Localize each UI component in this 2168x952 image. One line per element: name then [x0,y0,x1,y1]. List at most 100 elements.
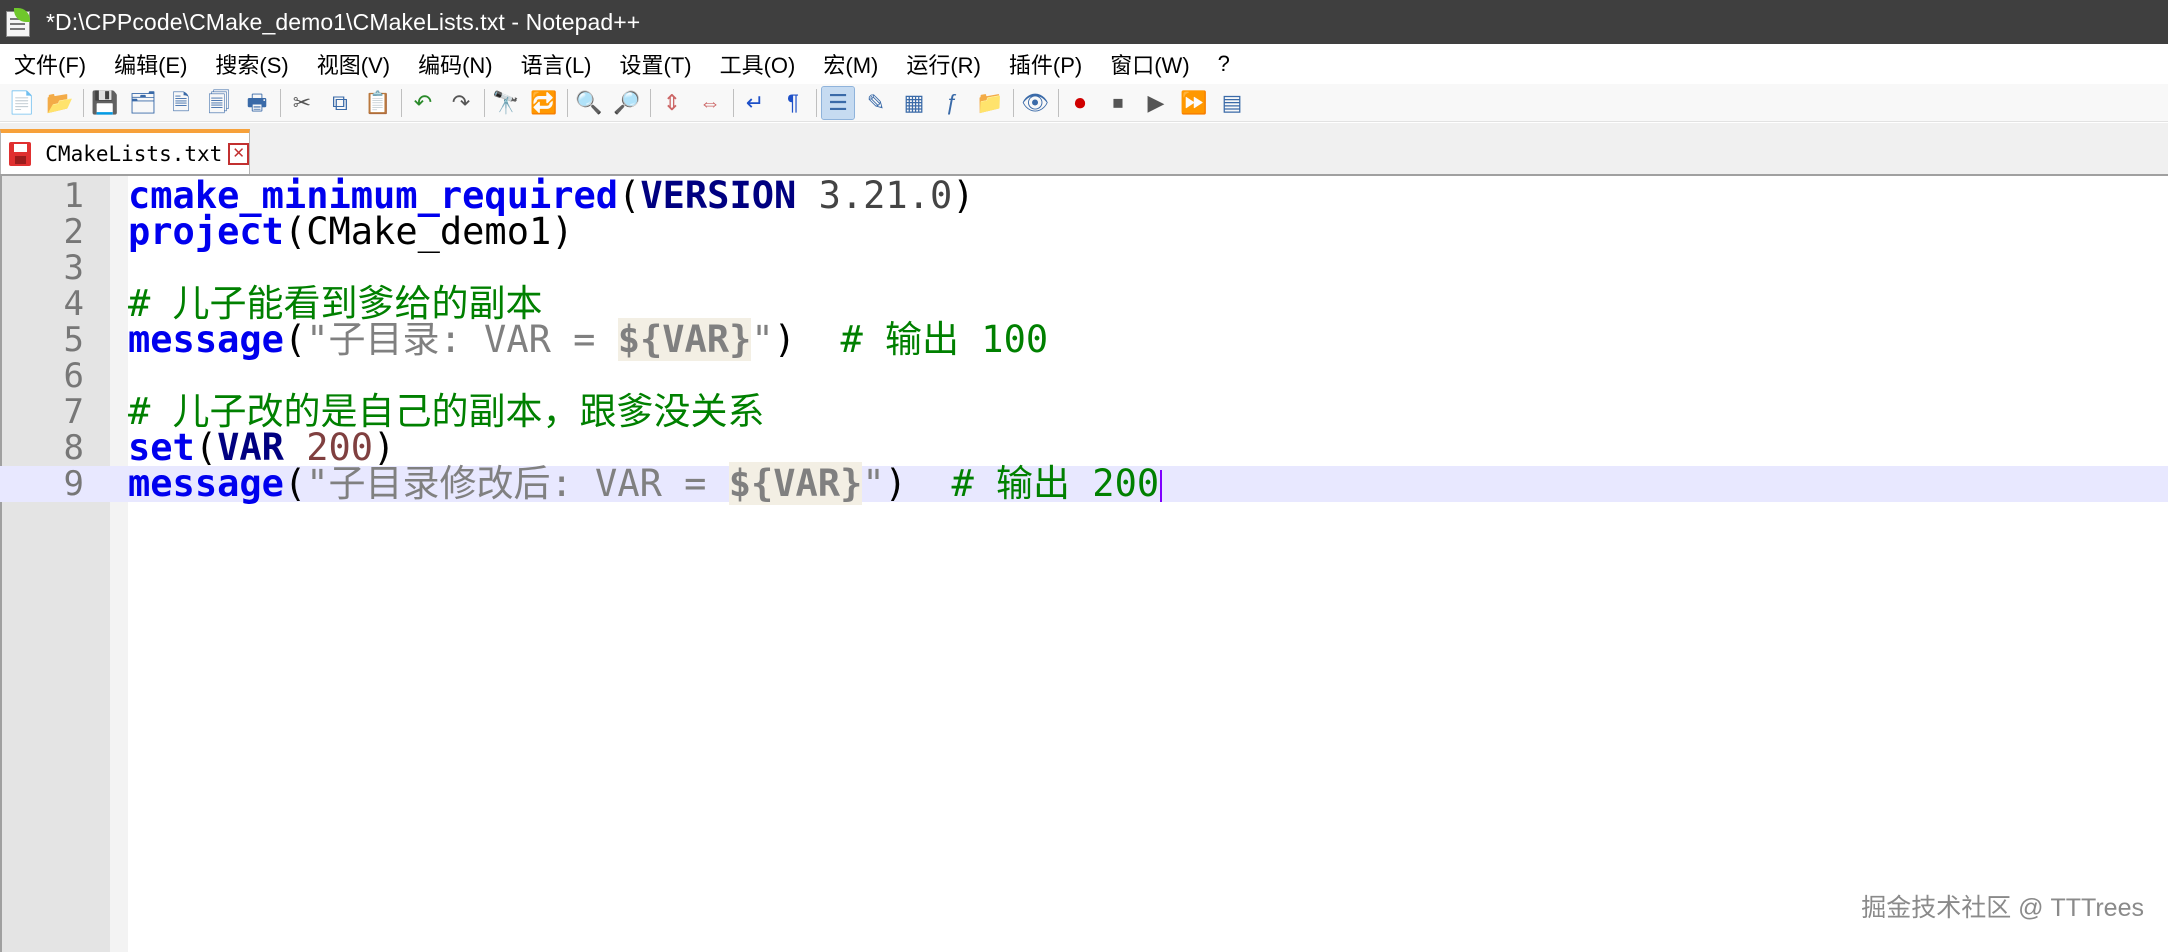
menu-item-7[interactable]: 工具(O) [720,48,796,80]
cut-icon[interactable]: ✂ [286,87,318,119]
code-line[interactable]: 8 set(VAR 200) [0,428,2168,468]
code-line[interactable]: 9 message("子目录修改后: VAR = ${VAR}") # 输出 20… [0,462,2168,505]
code-line[interactable]: 2 project(CMake_demo1) [0,212,2168,252]
word-wrap-icon[interactable]: ↵ [739,87,771,119]
menu-bar: 文件(F) 编辑(E) 搜索(S) 视图(V) 编码(N) 语言(L) 设置(T) 工具(O)… [0,44,2168,84]
menu-item-12[interactable]: ? [1218,51,1230,77]
menu-item-10[interactable]: 插件(P) [1009,48,1082,80]
user-language-icon[interactable]: ✎ [860,87,892,119]
toolbar: 📄 📂 💾 🗂 🗎 🗐 🖶 ✂ ⧉ 📋 ↶ ↷ 🔭 🔁 🔍 🔎 ⇕ ⇔ ↵ ¶ ☰ ✎ ▦ ƒ 📁 👁 ⏺ ⏹ ▶ ⏩ ▤ [0,84,2168,122]
token-op: ( [283,318,307,361]
print-icon[interactable]: 🖶 [241,87,273,119]
sync-vertical-icon[interactable]: ⇕ [656,87,688,119]
paste-icon[interactable]: 📋 [362,87,394,119]
close-tab-icon[interactable]: ✕ [228,142,249,165]
toolbar-separator [567,88,568,117]
menu-item-3[interactable]: 视图(V) [317,48,390,80]
sync-horizontal-icon[interactable]: ⇔ [694,87,726,119]
token-varref: ${VAR} [728,462,863,505]
record-macro-icon[interactable]: ⏺ [1064,87,1096,119]
token-op: ( [283,210,307,253]
token-op: ( [618,174,641,217]
show-all-characters-icon[interactable]: ¶ [777,87,809,119]
menu-item-8[interactable]: 宏(M) [823,48,878,80]
line-number: 2 [63,212,84,252]
redo-icon[interactable]: ↷ [445,87,477,119]
code-line[interactable]: 4 # 儿子能看到爹给的副本 [0,284,2168,324]
close-all-icon[interactable]: 🗐 [203,87,235,119]
window-title: *D:\CPPcode\CMake_demo1\CMakeLists.txt -… [46,8,641,35]
function-list-icon[interactable]: ƒ [936,87,968,119]
play-macro-icon[interactable]: ▶ [1140,87,1172,119]
menu-item-1[interactable]: 编辑(E) [114,48,187,80]
save-all-icon[interactable]: 🗂 [127,87,159,119]
token-op: ) [952,174,975,217]
replace-icon[interactable]: 🔁 [528,87,560,119]
close-icon[interactable]: 🗎 [165,87,197,119]
code-line[interactable]: 3 [0,250,2168,286]
toolbar-separator [83,88,84,117]
editor[interactable]: 1 cmake_minimum_required(VERSION 3.21.0) 2… [0,176,2168,952]
toolbar-separator [816,88,817,117]
code-text: message("子目录修改后: VAR = ${VAR}") # 输出 200 [128,462,1163,505]
new-file-icon[interactable]: 📄 [6,87,38,119]
save-macro-icon[interactable]: ▤ [1216,87,1248,119]
token-str: "子目录: VAR = [306,318,618,361]
monitoring-icon[interactable]: 👁 [1019,87,1051,119]
token-varref: ${VAR} [617,318,752,361]
toolbar-separator [1058,88,1059,117]
token-op: CMake_demo1 [306,210,552,253]
toolbar-separator [280,88,281,117]
menu-item-5[interactable]: 语言(L) [521,48,592,80]
code-line[interactable]: 1 cmake_minimum_required(VERSION 3.21.0) [0,176,2168,216]
token-str: "子目录修改后: VAR = [306,462,729,505]
menu-item-4[interactable]: 编码(N) [418,48,493,80]
menu-item-0[interactable]: 文件(F) [14,48,86,80]
token-num-plain: 3.21.0 [796,174,953,217]
line-number: 8 [63,428,84,468]
code-text: project(CMake_demo1) [128,213,574,250]
folder-as-workspace-icon[interactable]: 📁 [974,87,1006,119]
code-line[interactable]: 5 message("子目录: VAR = ${VAR}") # 输出 100 [0,318,2168,361]
menu-item-2[interactable]: 搜索(S) [215,48,288,80]
notepad-plus-plus-icon[interactable] [4,8,32,37]
line-number: 1 [63,176,84,216]
toolbar-separator [401,88,402,117]
line-number: 6 [63,356,84,396]
token-cmt: # 输出 200 [951,462,1160,505]
code-text: set(VAR 200) [128,429,395,466]
line-number: 4 [63,284,84,324]
token-op [796,318,841,361]
undo-icon[interactable]: ↶ [407,87,439,119]
menu-item-9[interactable]: 运行(R) [906,48,981,80]
token-kw: message [128,462,284,505]
tab-cmakelists[interactable]: CMakeLists.txt ✕ [0,129,250,174]
token-op: ( [283,462,307,505]
toolbar-separator [650,88,651,117]
text-caret [1160,469,1163,502]
line-number: 7 [63,392,84,432]
stop-macro-icon[interactable]: ⏹ [1102,87,1134,119]
zoom-in-icon[interactable]: 🔍 [573,87,605,119]
code-line[interactable]: 6 [0,358,2168,394]
token-kw: message [128,318,284,361]
run-macro-multiple-icon[interactable]: ⏩ [1178,87,1210,119]
indent-guide-icon[interactable]: ☰ [821,85,855,120]
title-bar: *D:\CPPcode\CMake_demo1\CMakeLists.txt -… [0,0,2168,44]
line-number: 9 [63,464,84,504]
watermark: 掘金技术社区 @ TTTrees [1861,894,2144,922]
copy-icon[interactable]: ⧉ [324,87,356,119]
document-map-icon[interactable]: ▦ [898,87,930,119]
token-var: VERSION [640,174,797,217]
menu-item-11[interactable]: 窗口(W) [1110,48,1189,80]
menu-item-6[interactable]: 设置(T) [620,48,692,80]
save-icon[interactable]: 💾 [89,87,121,119]
line-number: 5 [63,320,84,360]
zoom-out-icon[interactable]: 🔎 [611,87,643,119]
line-number: 3 [63,248,84,288]
open-file-icon[interactable]: 📂 [44,87,76,119]
code-text: # 儿子改的是自己的副本，跟爹没关系 [128,393,765,430]
token-str: " [862,462,885,505]
code-line[interactable]: 7 # 儿子改的是自己的副本，跟爹没关系 [0,392,2168,432]
find-icon[interactable]: 🔭 [490,87,522,119]
